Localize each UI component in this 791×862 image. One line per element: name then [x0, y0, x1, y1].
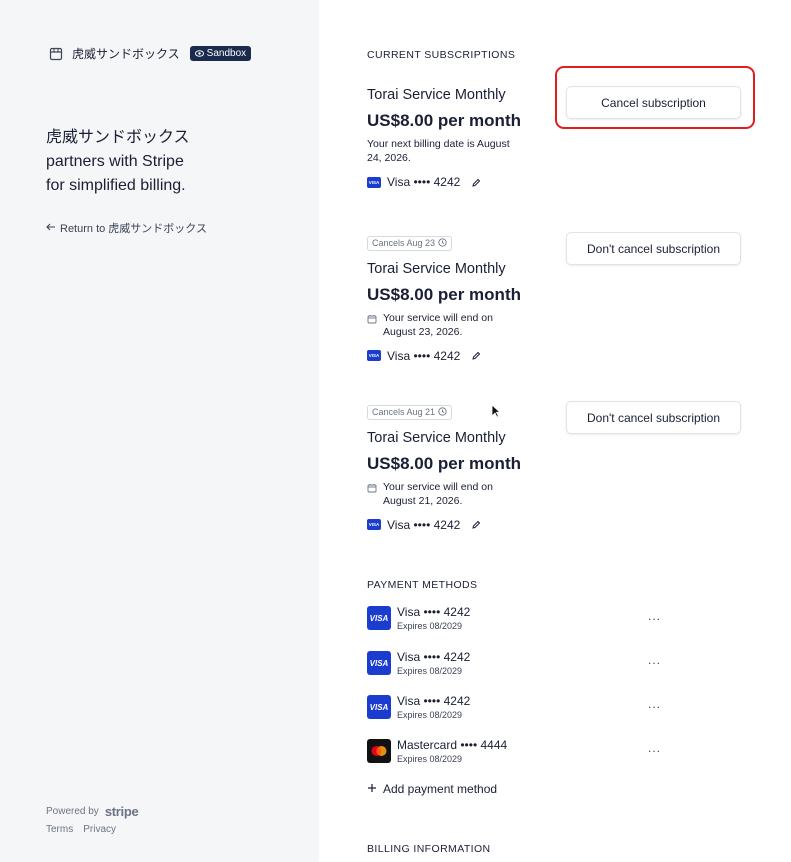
- left-panel: 虎威サンドボックス Sandbox 虎威サンドボックス partners wit…: [0, 0, 319, 862]
- calendar-icon: [367, 311, 377, 339]
- visa-card-icon: VISA: [367, 350, 381, 361]
- payment-method-row[interactable]: Mastercard •••• 4444 Expires 08/2029: [367, 738, 717, 764]
- clock-icon: [438, 406, 447, 418]
- mastercard-icon: [367, 739, 391, 763]
- edit-pencil-icon[interactable]: [472, 178, 481, 187]
- cancels-badge-label: Cancels Aug 23: [372, 238, 436, 248]
- cancels-badge-label: Cancels Aug 21: [372, 407, 436, 417]
- calendar-icon: [367, 480, 377, 508]
- payment-method-expiry: Expires 08/2029: [397, 710, 463, 720]
- edit-pencil-icon[interactable]: [472, 520, 481, 529]
- tagline: 虎威サンドボックス partners with Stripe for simpl…: [46, 129, 190, 194]
- visa-card-icon: VISA: [367, 606, 391, 630]
- cancel-subscription-button[interactable]: Cancel subscription: [566, 86, 741, 119]
- mouse-cursor-icon: [491, 404, 502, 423]
- cancels-badge: Cancels Aug 21: [367, 404, 453, 420]
- more-options-icon[interactable]: ...: [648, 741, 661, 755]
- payment-method-name: Visa •••• 4242: [397, 694, 471, 708]
- payment-method-name: Visa •••• 4242: [397, 605, 471, 619]
- card-label: Visa •••• 4242: [387, 348, 461, 363]
- billing-information-heading: BILLING INFORMATION: [367, 843, 491, 855]
- privacy-link[interactable]: Privacy: [83, 824, 116, 835]
- brand-header: 虎威サンドボックス Sandbox: [48, 45, 252, 62]
- arrow-left-icon: [46, 222, 56, 234]
- payment-methods-heading: PAYMENT METHODS: [367, 579, 478, 591]
- more-options-icon[interactable]: ...: [648, 653, 661, 667]
- dont-cancel-subscription-button[interactable]: Don't cancel subscription: [566, 401, 741, 434]
- subscription-card: VISA Visa •••• 4242: [367, 349, 767, 363]
- payment-method-name: Mastercard •••• 4444: [397, 738, 508, 752]
- card-label: Visa •••• 4242: [387, 517, 461, 532]
- main-content: CURRENT SUBSCRIPTIONS Torai Service Mont…: [319, 0, 791, 862]
- service-end-text: Your service will end on August 23, 2026…: [383, 311, 493, 338]
- return-link[interactable]: Return to 虎威サンドボックス: [46, 220, 207, 236]
- more-options-icon[interactable]: ...: [648, 697, 661, 711]
- legal-links: Terms Privacy: [46, 824, 116, 835]
- visa-card-icon: VISA: [367, 651, 391, 675]
- payment-method-expiry: Expires 08/2029: [397, 666, 463, 676]
- powered-by[interactable]: Powered by stripe: [46, 804, 139, 819]
- current-subscriptions-heading: CURRENT SUBSCRIPTIONS: [367, 49, 516, 61]
- terms-link[interactable]: Terms: [46, 824, 73, 835]
- service-end-text: Your service will end on August 21, 2026…: [383, 480, 493, 507]
- subscription-price: US$8.00 per month: [367, 284, 521, 304]
- visa-card-icon: VISA: [367, 695, 391, 719]
- subscription-card: VISA Visa •••• 4242: [367, 175, 767, 189]
- sandbox-label: Sandbox: [206, 48, 247, 59]
- clock-icon: [438, 237, 447, 249]
- visa-card-icon: VISA: [367, 176, 381, 188]
- cancels-badge: Cancels Aug 23: [367, 235, 453, 251]
- plus-icon: [367, 782, 377, 796]
- service-end-note: Your service will end on August 23, 2026…: [367, 311, 767, 339]
- card-label: Visa •••• 4242: [387, 175, 461, 189]
- payment-method-row[interactable]: VISA Visa •••• 4242 Expires 08/2029: [367, 605, 717, 631]
- edit-pencil-icon[interactable]: [472, 351, 481, 360]
- service-end-note: Your service will end on August 21, 2026…: [367, 480, 767, 508]
- payment-method-expiry: Expires 08/2029: [397, 754, 463, 764]
- subscription-card: VISA Visa •••• 4242: [367, 518, 767, 532]
- dont-cancel-subscription-button[interactable]: Don't cancel subscription: [566, 232, 741, 265]
- brand-name: 虎威サンドボックス: [72, 47, 180, 61]
- payment-method-name: Visa •••• 4242: [397, 650, 471, 664]
- subscription-price: US$8.00 per month: [367, 453, 521, 473]
- sandbox-badge: Sandbox: [189, 46, 252, 61]
- payment-method-expiry: Expires 08/2029: [397, 621, 463, 631]
- billing-note: Your next billing date is August 24, 202…: [367, 138, 510, 164]
- eye-icon: [194, 50, 204, 57]
- add-payment-method-button[interactable]: Add payment method: [367, 782, 497, 796]
- visa-card-icon: VISA: [367, 519, 381, 530]
- stripe-logo: stripe: [104, 804, 139, 819]
- powered-by-label: Powered by: [46, 806, 99, 817]
- payment-method-row[interactable]: VISA Visa •••• 4242 Expires 08/2029: [367, 650, 717, 676]
- return-link-label: Return to 虎威サンドボックス: [60, 223, 207, 235]
- more-options-icon[interactable]: ...: [648, 609, 661, 623]
- store-icon: [48, 46, 64, 62]
- add-payment-method-label: Add payment method: [383, 782, 498, 796]
- payment-method-row[interactable]: VISA Visa •••• 4242 Expires 08/2029: [367, 694, 717, 720]
